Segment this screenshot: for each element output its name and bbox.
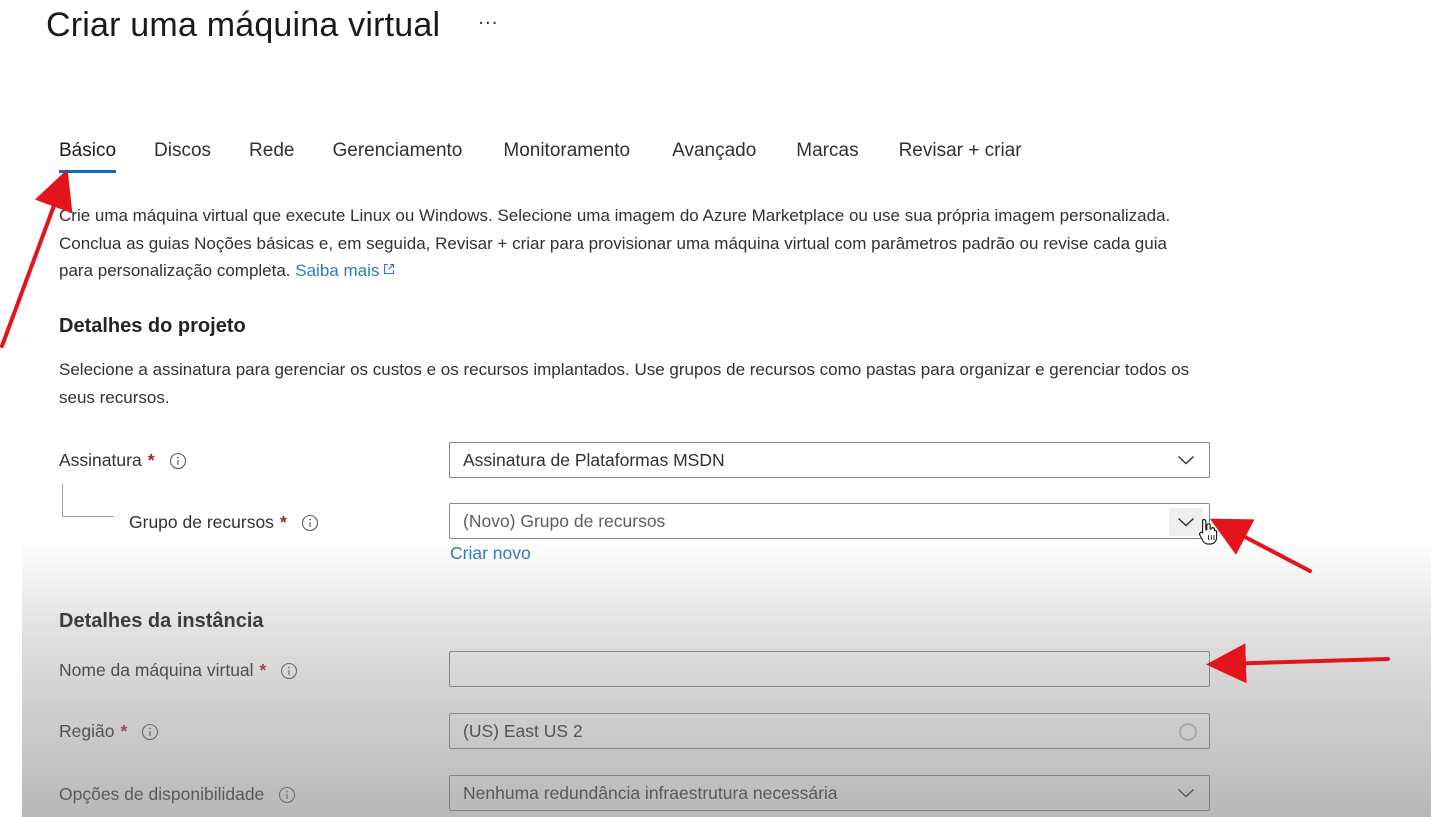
resource-group-placeholder: (Novo) Grupo de recursos <box>463 510 666 531</box>
external-link-icon <box>384 263 395 275</box>
tab-revisar-criar[interactable]: Revisar + criar <box>899 140 1022 170</box>
region-select[interactable]: (US) East US 2 <box>449 713 1210 749</box>
region-value: (US) East US 2 <box>463 720 583 741</box>
required-marker: * <box>279 512 287 532</box>
chevron-down-icon <box>1178 788 1194 798</box>
vm-name-label-text: Nome da máquina virtual <box>59 660 254 680</box>
page-title: Criar uma máquina virtual <box>46 6 441 44</box>
tab-rede[interactable]: Rede <box>249 140 294 170</box>
intro-description: Crie uma máquina virtual que execute Lin… <box>59 206 1171 280</box>
subscription-label: Assinatura * <box>59 450 187 471</box>
left-edge-strip <box>0 540 22 817</box>
loading-spinner-icon <box>1179 723 1197 741</box>
vm-name-label: Nome da máquina virtual * <box>59 660 298 681</box>
subscription-select[interactable]: Assinatura de Plataformas MSDN <box>449 442 1210 478</box>
more-icon[interactable]: ··· <box>478 13 498 34</box>
tab-discos[interactable]: Discos <box>154 140 211 170</box>
resource-group-select[interactable]: (Novo) Grupo de recursos <box>449 503 1210 539</box>
vm-name-input[interactable] <box>449 651 1210 687</box>
hand-cursor-icon <box>1198 518 1218 545</box>
region-label: Região * <box>59 721 159 742</box>
subscription-label-text: Assinatura <box>59 450 142 470</box>
info-icon[interactable] <box>141 723 159 741</box>
info-icon[interactable] <box>278 786 296 804</box>
project-details-title: Detalhes do projeto <box>59 315 246 337</box>
tab-marcas[interactable]: Marcas <box>796 140 858 170</box>
chevron-down-icon <box>1178 517 1194 527</box>
create-new-link[interactable]: Criar novo <box>450 543 531 564</box>
resource-group-label: Grupo de recursos * <box>129 512 319 533</box>
intro-text: Crie uma máquina virtual que execute Lin… <box>59 202 1199 285</box>
availability-value: Nenhuma redundância infraestrutura neces… <box>463 782 838 803</box>
availability-select[interactable]: Nenhuma redundância infraestrutura neces… <box>449 775 1210 811</box>
info-icon[interactable] <box>169 452 187 470</box>
title-row: Criar uma máquina virtual ··· <box>46 6 498 45</box>
tab-bar: Básico Discos Rede Gerenciamento Monitor… <box>59 140 1060 173</box>
resource-group-label-text: Grupo de recursos <box>129 512 274 532</box>
required-marker: * <box>259 660 267 680</box>
region-label-text: Região <box>59 721 115 741</box>
availability-label-text: Opções de disponibilidade <box>59 784 265 804</box>
create-vm-page: Criar uma máquina virtual ··· Básico Dis… <box>0 0 1431 817</box>
availability-label: Opções de disponibilidade <box>59 784 296 805</box>
required-marker: * <box>120 721 128 741</box>
info-icon[interactable] <box>280 662 298 680</box>
learn-more-link[interactable]: Saiba mais <box>295 261 395 280</box>
project-details-description: Selecione a assinatura para gerenciar os… <box>59 360 1190 407</box>
info-icon[interactable] <box>301 514 319 532</box>
tree-connector-horizontal <box>62 516 114 517</box>
instance-details-title: Detalhes da instância <box>59 610 264 632</box>
learn-more-label[interactable]: Saiba mais <box>295 261 379 280</box>
chevron-down-icon <box>1178 455 1194 465</box>
required-marker: * <box>147 450 155 470</box>
tab-monitoramento[interactable]: Monitoramento <box>503 140 630 170</box>
tab-basico[interactable]: Básico <box>59 140 117 173</box>
subscription-value: Assinatura de Plataformas MSDN <box>463 449 725 470</box>
tab-gerenciamento[interactable]: Gerenciamento <box>332 140 462 170</box>
tab-avancado[interactable]: Avançado <box>672 140 756 170</box>
tree-connector-vertical <box>62 484 63 516</box>
